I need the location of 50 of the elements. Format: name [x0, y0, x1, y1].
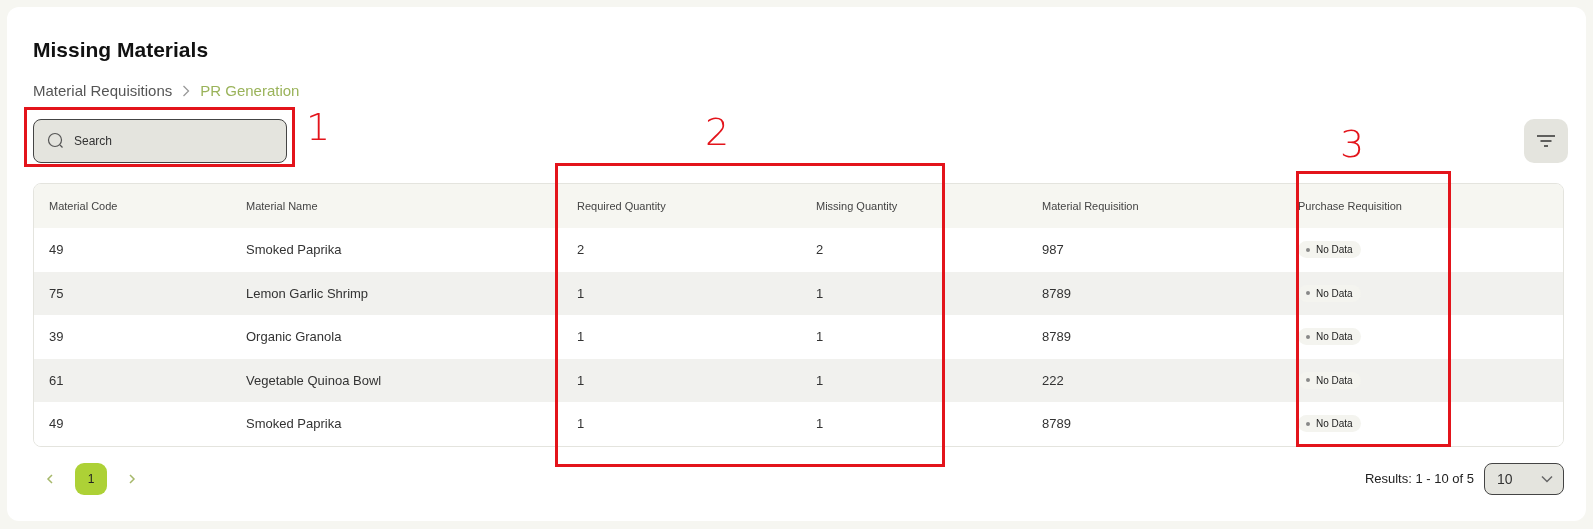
column-header: Material Code: [48, 200, 119, 212]
next-page-button[interactable]: [127, 473, 137, 484]
table-cell-text: 49: [48, 416, 65, 432]
status-badge: No Data: [1298, 328, 1361, 346]
status-badge: No Data: [1298, 241, 1361, 259]
table-cell-text: 1: [815, 416, 825, 432]
table-cell-text: 49: [48, 242, 65, 258]
table-cell-text: 222: [1041, 372, 1065, 388]
column-header: Material Name: [245, 200, 319, 212]
page-title: Missing Materials: [33, 38, 210, 62]
table-cell-text: 1: [576, 329, 586, 345]
table-cell-text: 1: [815, 372, 825, 388]
table-cell-text: 1: [815, 285, 825, 301]
search-icon: [47, 132, 65, 150]
table-cell-text: 8789: [1041, 416, 1072, 432]
table-cell-text: 987: [1041, 242, 1065, 258]
page-size-select[interactable]: 10: [1484, 462, 1564, 495]
table-cell-text: 1: [576, 285, 586, 301]
breadcrumb-link[interactable]: Material Requisitions: [33, 82, 173, 99]
status-badge: No Data: [1298, 415, 1361, 433]
column-header: Missing Quantity: [815, 200, 899, 212]
table-cell-text: 8789: [1041, 285, 1072, 301]
table-cell-text: 75: [48, 285, 65, 301]
table-cell-text: 1: [815, 329, 825, 345]
table-cell-text: 2: [576, 242, 586, 258]
page-button[interactable]: 1: [75, 462, 107, 495]
table-cell-text: Smoked Paprika: [245, 242, 343, 258]
table-cell-text: 2: [815, 242, 825, 258]
filter-icon: [1537, 135, 1555, 147]
search-field[interactable]: Search: [33, 119, 287, 163]
results-count: Results: 1 - 10 of 5: [1364, 471, 1474, 486]
column-header: Material Requisition: [1041, 200, 1140, 212]
previous-page-button[interactable]: [45, 473, 55, 484]
annotation-number: 3: [1340, 125, 1365, 163]
column-header: Purchase Requisition: [1297, 200, 1403, 212]
annotation-number: 2: [705, 113, 730, 151]
table-cell-text: 61: [48, 372, 65, 388]
column-header: Required Quantity: [576, 200, 667, 212]
annotation-number: 1: [306, 108, 331, 146]
table-cell-text: Vegetable Quinoa Bowl: [245, 372, 383, 388]
table-cell-text: Lemon Garlic Shrimp: [245, 285, 370, 301]
table-cell-text: 1: [576, 372, 586, 388]
table-cell-text: 39: [48, 329, 65, 345]
table-cell-text: Organic Granola: [245, 329, 343, 345]
table-cell-text: 8789: [1041, 329, 1072, 345]
chevron-down-icon: [1541, 474, 1553, 483]
chevron-right-icon: [182, 84, 191, 97]
table-cell-text: 1: [576, 416, 586, 432]
filter-button[interactable]: [1524, 119, 1568, 163]
table-cell-text: Smoked Paprika: [245, 416, 343, 432]
